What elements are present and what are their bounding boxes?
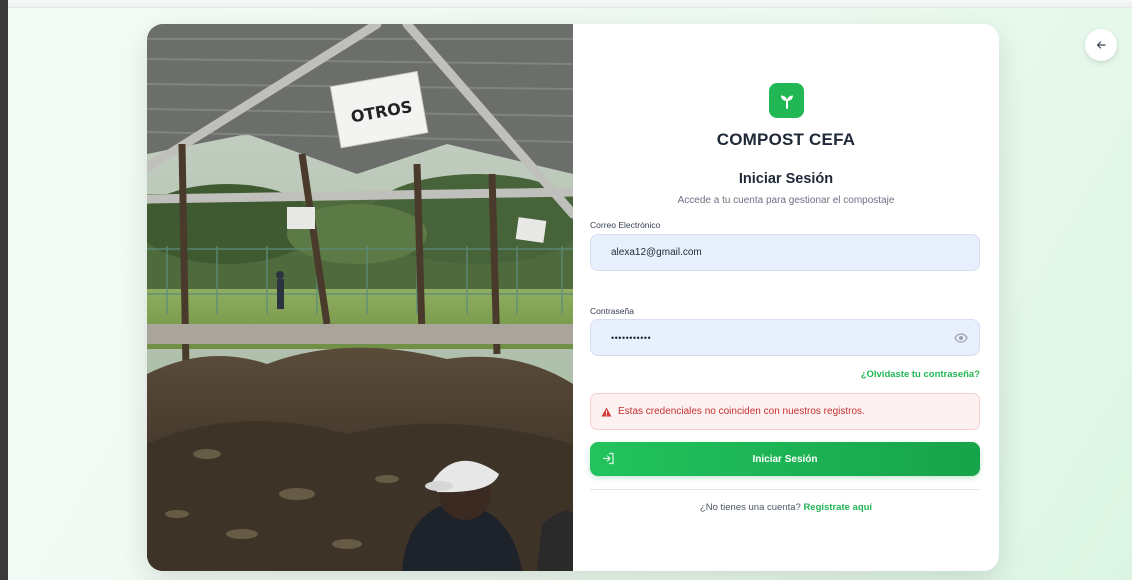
login-card: OTROS COMPOST CEFA Iniciar Sesión Accede… xyxy=(147,24,999,571)
brand-name: COMPOST CEFA xyxy=(716,130,856,149)
password-field[interactable]: ••••••••••• xyxy=(590,319,980,356)
window-frame-left xyxy=(0,0,8,580)
login-submit-label: Iniciar Sesión xyxy=(752,453,818,465)
register-prompt: ¿No tienes una cuenta? xyxy=(699,502,801,513)
email-field[interactable]: alexa12@gmail.com xyxy=(590,234,980,271)
register-prompt-row: ¿No tienes una cuenta? Regístrate aquí xyxy=(573,502,999,513)
warning-triangle-icon xyxy=(601,407,612,417)
login-form: COMPOST CEFA Iniciar Sesión Accede a tu … xyxy=(573,24,999,571)
window-frame-top xyxy=(8,0,1132,8)
sprout-icon xyxy=(780,95,793,109)
password-label: Contraseña xyxy=(590,306,634,316)
eye-icon xyxy=(954,333,968,343)
forgot-password-link[interactable]: ¿Olvidaste tu contraseña? xyxy=(861,369,980,380)
error-message: Estas credenciales no coinciden con nues… xyxy=(618,406,865,417)
arrow-left-icon xyxy=(1096,41,1106,49)
compost-photo: OTROS xyxy=(147,24,573,571)
email-label: Correo Electrónico xyxy=(590,220,661,230)
login-enter-icon xyxy=(602,452,615,465)
register-link[interactable]: Regístrate aquí xyxy=(803,502,872,513)
login-submit-button[interactable]: Iniciar Sesión xyxy=(590,442,980,476)
show-password-button[interactable] xyxy=(953,330,969,346)
error-alert: Estas credenciales no coinciden con nues… xyxy=(590,393,980,430)
login-subtitle: Accede a tu cuenta para gestionar el com… xyxy=(677,195,895,206)
back-button[interactable] xyxy=(1085,29,1117,61)
divider xyxy=(590,489,980,490)
login-title: Iniciar Sesión xyxy=(738,171,834,187)
brand-logo xyxy=(769,83,804,118)
